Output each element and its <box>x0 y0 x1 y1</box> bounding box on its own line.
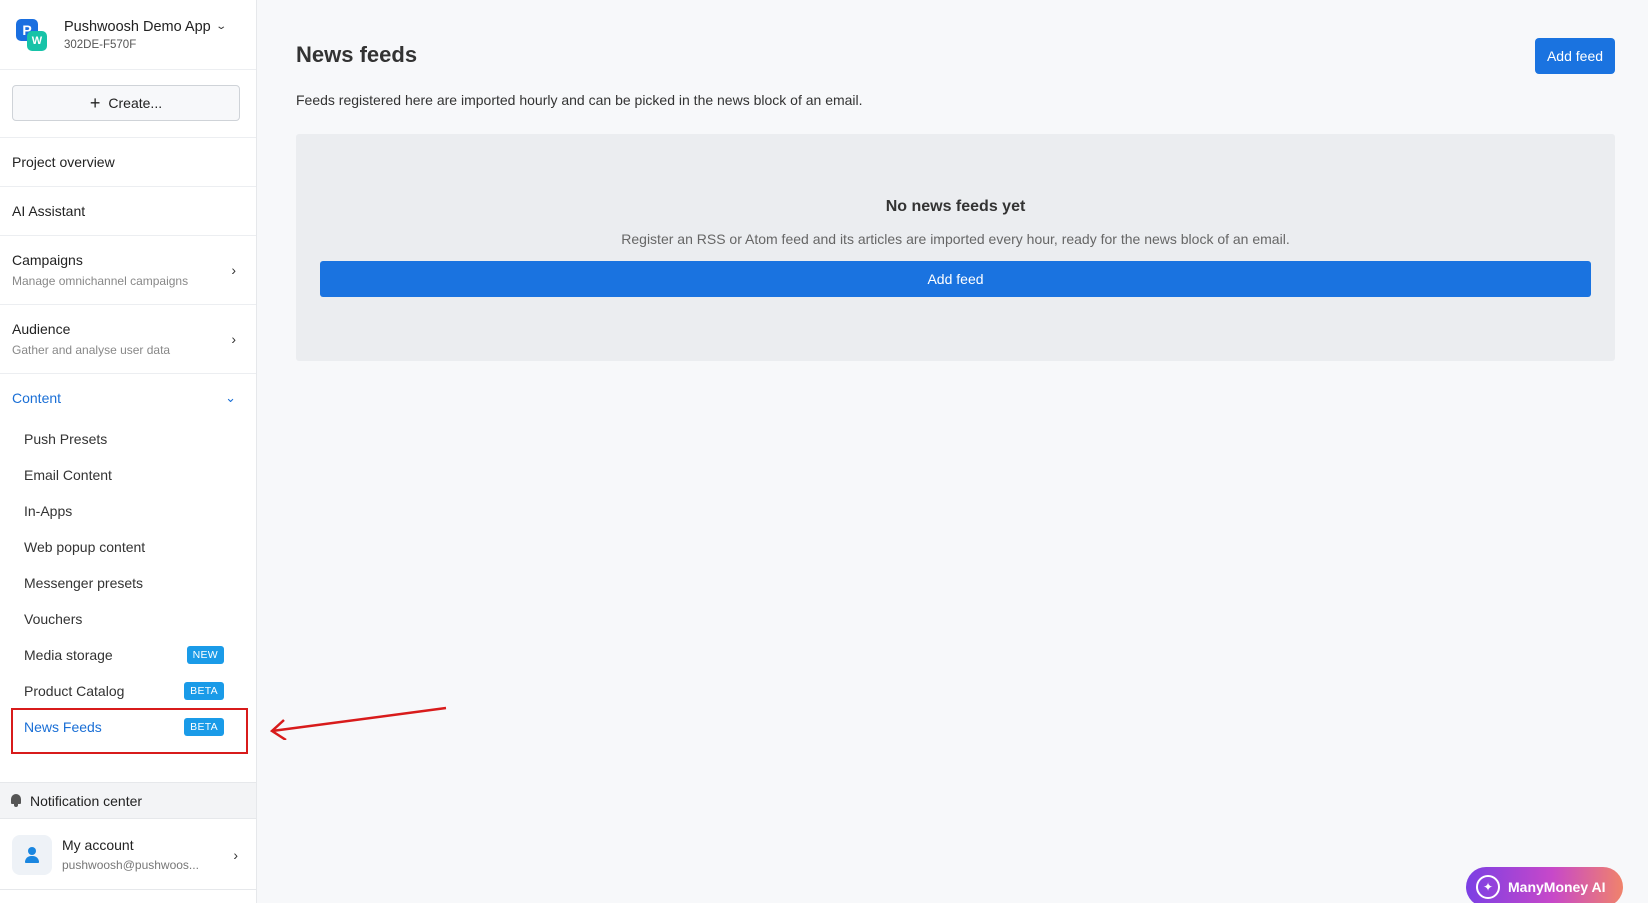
sidebar-item-audience[interactable]: Audience Gather and analyse user data › <box>0 305 256 374</box>
manymoney-ai-widget[interactable]: ✦ ManyMoney AI <box>1466 867 1623 903</box>
sidebar-item-label: In-Apps <box>24 503 73 519</box>
page-title: News feeds <box>296 42 418 67</box>
my-account[interactable]: My account pushwoosh@pushwoos... › <box>0 820 256 890</box>
sidebar-item-label: Audience <box>12 321 71 337</box>
sidebar-item-ai-assistant[interactable]: AI Assistant <box>0 187 256 236</box>
page-description: Feeds registered here are imported hourl… <box>296 92 863 108</box>
sidebar-item-label: News Feeds <box>24 719 102 735</box>
empty-state-title: No news feeds yet <box>885 198 1026 215</box>
sparkle-icon: ✦ <box>1476 875 1500 899</box>
account-name: My account <box>62 837 134 853</box>
sidebar-item-email-content[interactable]: Email Content <box>0 457 256 493</box>
chevron-down-icon[interactable]: ⌄ <box>215 21 227 32</box>
sidebar-item-messenger-presets[interactable]: Messenger presets <box>0 565 256 601</box>
pushwoosh-logo-icon: P W <box>16 18 48 51</box>
sidebar-item-in-apps[interactable]: In-Apps <box>0 493 256 529</box>
sidebar-item-campaigns[interactable]: Campaigns Manage omnichannel campaigns › <box>0 236 256 305</box>
sidebar-item-content[interactable]: Content ⌄ <box>0 374 256 421</box>
sidebar-item-news-feeds[interactable]: News Feeds BETA <box>0 709 256 745</box>
avatar <box>12 834 52 875</box>
create-button[interactable]: + Create... <box>12 85 240 121</box>
logo-letter-w: W <box>27 30 47 51</box>
sidebar-item-label: Content <box>12 389 62 406</box>
account-email: pushwoosh@pushwoos... <box>62 858 199 872</box>
sidebar-item-vouchers[interactable]: Vouchers <box>0 601 256 637</box>
main-content: News feeds Add feed Feeds registered her… <box>257 0 1648 903</box>
sidebar-item-label: AI Assistant <box>12 203 86 219</box>
user-icon <box>24 846 40 863</box>
chevron-right-icon: › <box>231 262 236 278</box>
app-selector[interactable]: P W Pushwoosh Demo App ⌄ 302DE-F570F <box>0 0 256 70</box>
sidebar-item-label: Messenger presets <box>24 575 144 591</box>
beta-badge: BETA <box>184 718 224 736</box>
sidebar-item-push-presets[interactable]: Push Presets <box>0 421 256 457</box>
empty-state-add-feed-button[interactable]: Add feed <box>320 261 1591 297</box>
plus-icon: + <box>89 93 101 113</box>
bell-icon <box>10 794 22 807</box>
sidebar-item-subtitle: Gather and analyse user data <box>12 343 171 357</box>
sidebar-item-label: Vouchers <box>24 611 83 627</box>
empty-state-panel: No news feeds yet Register an RSS or Ato… <box>296 134 1615 361</box>
sidebar-item-product-catalog[interactable]: Product Catalog BETA <box>0 673 256 709</box>
content-submenu: Push Presets Email Content In-Apps Web p… <box>0 421 256 745</box>
app-code: 302DE-F570F <box>64 38 137 51</box>
create-button-label: Create... <box>108 95 163 111</box>
sidebar-item-media-storage[interactable]: Media storage NEW <box>0 637 256 673</box>
empty-state-description: Register an RSS or Atom feed and its art… <box>621 231 1290 247</box>
sidebar-item-label: Push Presets <box>24 431 108 447</box>
new-badge: NEW <box>186 646 224 664</box>
sidebar-item-subtitle: Manage omnichannel campaigns <box>12 274 189 288</box>
sidebar-item-label: Media storage <box>24 647 113 663</box>
sidebar-item-label: Web popup content <box>24 539 146 555</box>
sidebar-item-project-overview[interactable]: Project overview <box>0 138 256 187</box>
sidebar: P W Pushwoosh Demo App ⌄ 302DE-F570F + C… <box>0 0 257 903</box>
sidebar-item-label: Project overview <box>12 154 115 170</box>
sidebar-item-label: Campaigns <box>12 252 83 268</box>
chevron-right-icon: › <box>231 331 236 347</box>
notification-center[interactable]: Notification center <box>0 782 256 819</box>
sidebar-item-label: Email Content <box>24 467 112 483</box>
notification-center-label: Notification center <box>30 792 143 809</box>
manymoney-ai-label: ManyMoney AI <box>1508 879 1606 895</box>
sidebar-item-label: Product Catalog <box>24 683 125 699</box>
add-feed-button[interactable]: Add feed <box>1535 38 1615 74</box>
app-name: Pushwoosh Demo App <box>64 18 211 35</box>
chevron-down-icon: ⌄ <box>225 389 236 405</box>
sidebar-item-web-popup-content[interactable]: Web popup content <box>0 529 256 565</box>
beta-badge: BETA <box>184 682 224 700</box>
chevron-right-icon: › <box>233 846 238 863</box>
